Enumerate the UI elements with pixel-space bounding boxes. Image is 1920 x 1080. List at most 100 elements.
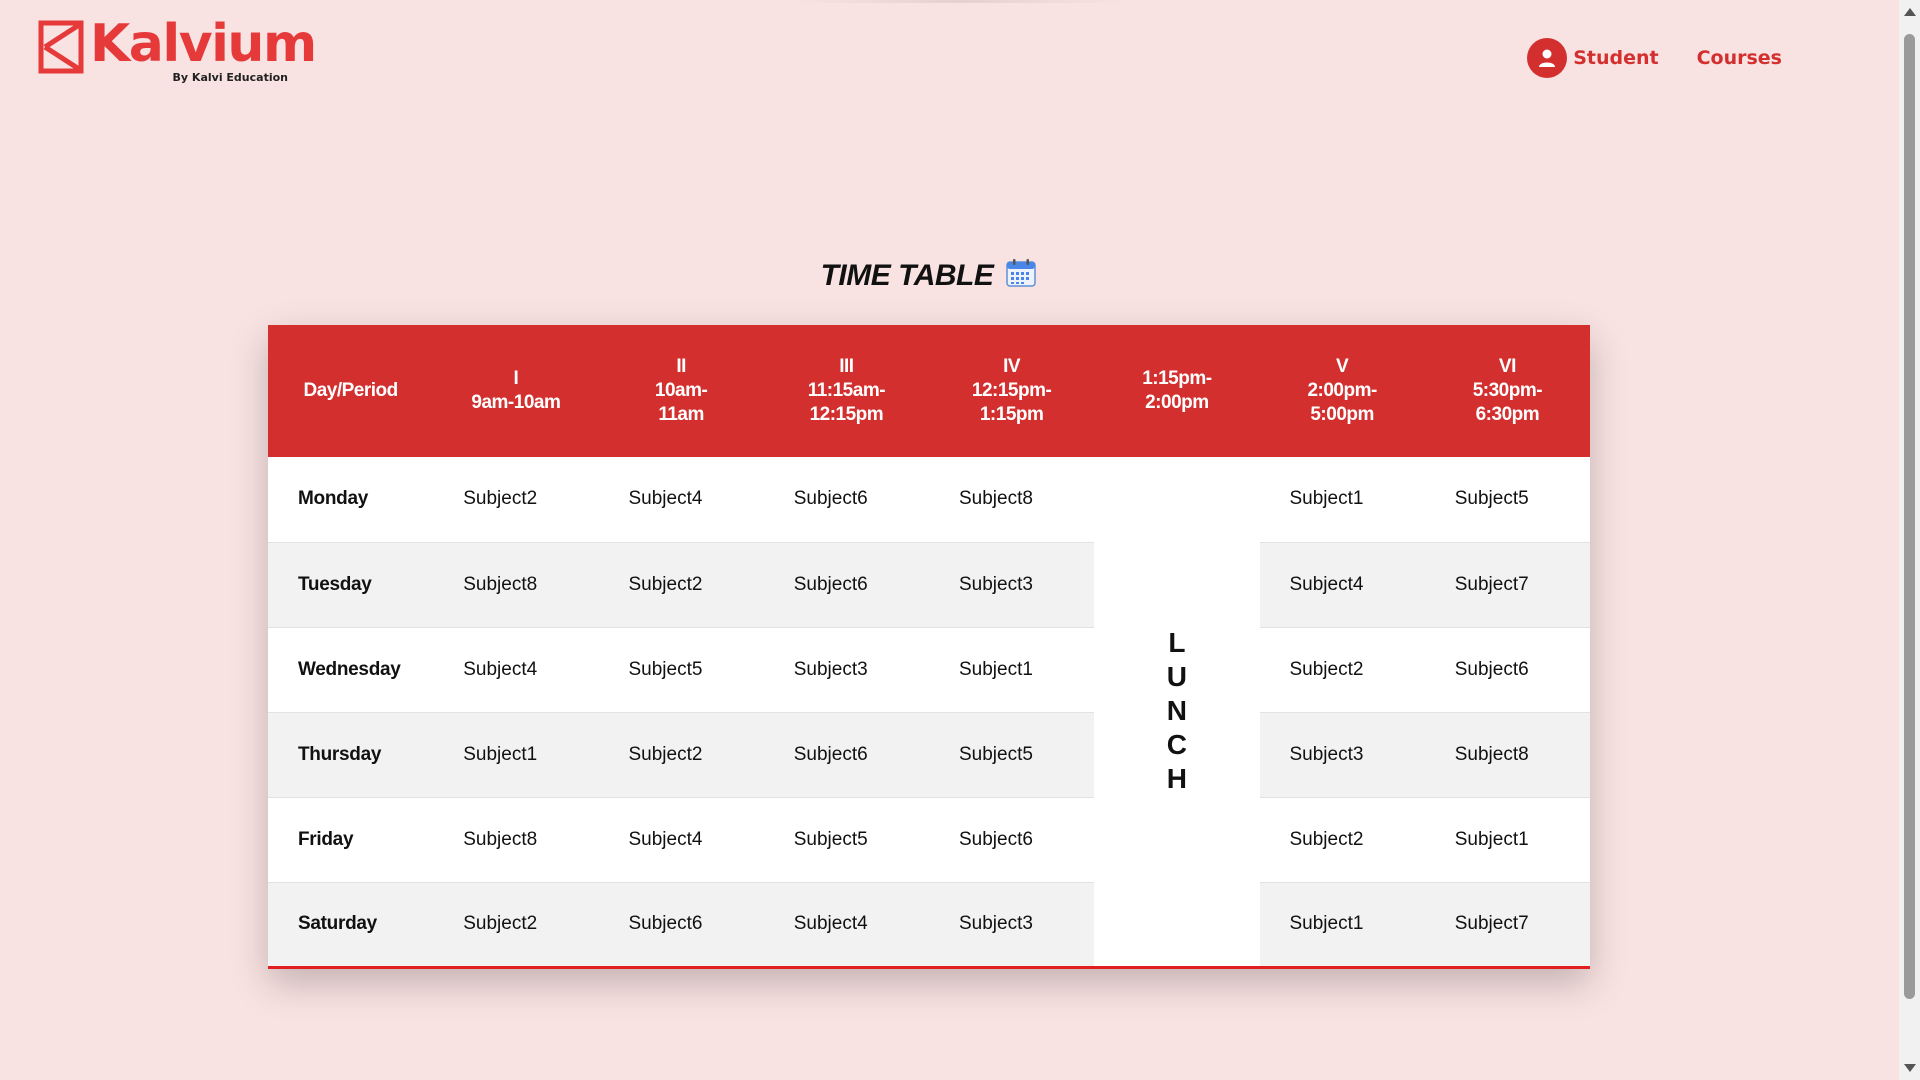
header-line: III [839, 356, 854, 377]
page: Kalvium By Kalvi Education Student Cours… [0, 0, 1920, 1080]
column-header-period: VI 5:30pm- 6:30pm [1424, 325, 1590, 457]
lunch-letter: U [1166, 661, 1187, 693]
subject-cell: Subject5 [1424, 457, 1590, 542]
header-line: 2:00pm- [1307, 380, 1377, 401]
page-title-container: TIME TABLE [268, 258, 1590, 293]
subject-cell: Subject7 [1424, 541, 1590, 627]
subject-cell: Subject4 [763, 881, 929, 967]
lunch-break-cell: LUNCH [1094, 457, 1260, 967]
subject-cell: Subject1 [433, 711, 599, 797]
header-line: 1:15pm [979, 404, 1044, 425]
header-line: 12:15pm [809, 404, 884, 425]
subject-cell: Subject1 [1259, 457, 1425, 542]
subject-cell: Subject1 [929, 626, 1095, 712]
column-header-period: V 2:00pm- 5:00pm [1259, 325, 1425, 457]
subject-cell: Subject3 [929, 541, 1095, 627]
day-cell: Thursday [268, 711, 434, 797]
header-line: II [676, 356, 686, 377]
timetable-body: Monday Subject2 Subject4 Subject6 Subject8 L U… [268, 457, 1590, 967]
table-row: Wednesday Subject4 Subject5 Subject3 Subject… [268, 626, 1590, 712]
timetable: Day/Period I 9am-10am II 10am- 11am III 11:15am… [268, 325, 1590, 969]
day-cell: Monday [268, 457, 434, 542]
subject-cell: Subject4 [598, 796, 764, 882]
subject-cell: Subject2 [433, 457, 599, 542]
subject-cell: Subject7 [1424, 881, 1590, 967]
lunch-letter: N [1166, 695, 1187, 727]
subject-cell: Subject1 [1259, 881, 1425, 967]
header-line: 10am- [654, 380, 708, 401]
subject-cell: Subject4 [1259, 541, 1425, 627]
day-cell: Friday [268, 796, 434, 882]
page-title: TIME TABLE [820, 258, 994, 292]
lunch-letter: L [1168, 627, 1186, 659]
top-shadow-decoration [790, 0, 1130, 3]
student-nav-label: Student [1573, 47, 1659, 69]
vertical-scrollbar[interactable] [1899, 0, 1920, 1080]
brand-tagline: By Kalvi Education [172, 71, 288, 84]
header-line: 6:30pm [1475, 404, 1540, 425]
header-line: 1:15pm- [1142, 368, 1212, 389]
subject-cell: Subject1 [1424, 796, 1590, 882]
scroll-down-arrow-icon[interactable] [1904, 1064, 1916, 1072]
header-line: 2:00pm [1145, 392, 1209, 413]
day-cell: Saturday [268, 881, 434, 967]
subject-cell: Subject6 [929, 796, 1095, 882]
kalvium-logo-mark-icon [38, 20, 84, 74]
header-line: 12:15pm- [971, 380, 1052, 401]
header-line: 11:15am- [807, 380, 886, 401]
kalvium-logo[interactable]: Kalvium By Kalvi Education [38, 14, 317, 86]
table-row: Monday Subject2 Subject4 Subject6 Subject8 L U… [268, 457, 1590, 967]
student-nav-link[interactable]: Student [1527, 38, 1659, 78]
subject-cell: Subject6 [1424, 626, 1590, 712]
table-row: Saturday Subject2 Subject6 Subject4 Subject3… [268, 881, 1590, 967]
subject-cell: Subject8 [1424, 711, 1590, 797]
column-header-day-period: Day/Period [268, 325, 434, 457]
subject-cell: Subject8 [433, 541, 599, 627]
table-row: Tuesday Subject8 Subject2 Subject6 Subject3 S… [268, 541, 1590, 627]
column-header-period: III 11:15am- 12:15pm [763, 325, 929, 457]
subject-cell: Subject5 [763, 796, 929, 882]
user-icon [1527, 38, 1568, 78]
column-header-lunch-break: 1:15pm- 2:00pm [1094, 325, 1260, 457]
timetable-container: Day/Period I 9am-10am II 10am- 11am III 11:15am… [268, 325, 1590, 969]
lunch-letter: H [1166, 763, 1187, 795]
header-line: 9am-10am [471, 392, 561, 413]
brand-name: Kalvium [90, 14, 317, 74]
header-line: IV [1003, 356, 1021, 377]
subject-cell: Subject8 [433, 796, 599, 882]
scroll-up-arrow-icon[interactable] [1904, 8, 1916, 16]
top-nav: Student Courses [1527, 38, 1782, 78]
scrollbar-thumb[interactable] [1904, 34, 1915, 999]
subject-cell: Subject2 [433, 881, 599, 967]
subject-cell: Subject6 [763, 541, 929, 627]
subject-cell: Subject5 [598, 626, 764, 712]
subject-cell: Subject3 [1259, 711, 1425, 797]
header-line: 11am [658, 404, 704, 425]
header-line: Day/Period [303, 380, 398, 401]
header-line: 5:30pm- [1472, 380, 1543, 401]
subject-cell: Subject6 [763, 457, 929, 542]
column-header-period: IV 12:15pm- 1:15pm [929, 325, 1095, 457]
subject-cell: Subject2 [598, 541, 764, 627]
header-line: V [1336, 356, 1349, 377]
subject-cell: Subject4 [598, 457, 764, 542]
header-line: I [513, 368, 519, 389]
subject-cell: Subject2 [598, 711, 764, 797]
subject-cell: Subject2 [1259, 796, 1425, 882]
day-cell: Tuesday [268, 541, 434, 627]
column-header-period: I 9am-10am [433, 325, 599, 457]
column-header-period: II 10am- 11am [598, 325, 764, 457]
day-cell: Wednesday [268, 626, 434, 712]
subject-cell: Subject6 [598, 881, 764, 967]
table-row: Friday Subject8 Subject4 Subject5 Subject6 Su… [268, 796, 1590, 882]
calendar-icon [1005, 258, 1037, 293]
courses-nav-link[interactable]: Courses [1697, 47, 1782, 69]
timetable-header-row: Day/Period I 9am-10am II 10am- 11am III 11:15am… [268, 325, 1590, 457]
subject-cell: Subject8 [929, 457, 1095, 542]
subject-cell: Subject6 [763, 711, 929, 797]
subject-cell: Subject3 [763, 626, 929, 712]
subject-cell: Subject2 [1259, 626, 1425, 712]
table-row: Thursday Subject1 Subject2 Subject6 Subject5… [268, 711, 1590, 797]
courses-nav-label: Courses [1696, 47, 1782, 69]
subject-cell: Subject5 [929, 711, 1095, 797]
